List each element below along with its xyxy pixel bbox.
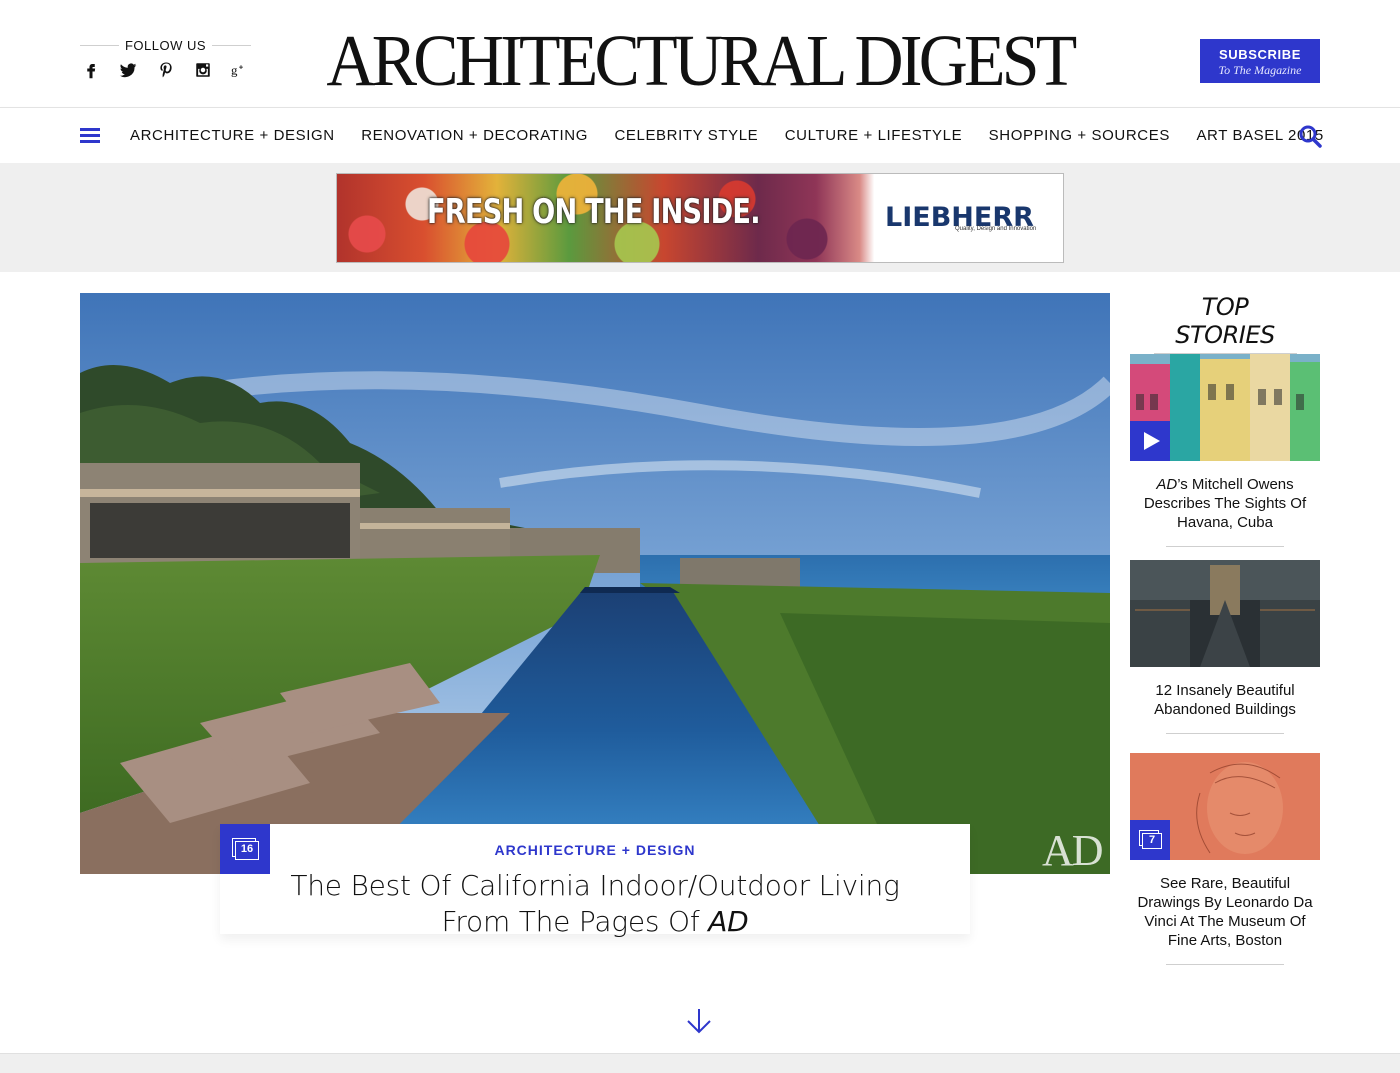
- ad-band: FRESH ON THE INSIDE. LIEBHERR Quality, D…: [0, 163, 1400, 272]
- hero-title-line2-prefix: From The Pages Of: [441, 905, 709, 938]
- top-stories-title: TOP STORIES: [1175, 293, 1275, 349]
- hero-photo: [80, 293, 1110, 874]
- subscribe-button[interactable]: SUBSCRIBE To The Magazine: [1200, 39, 1320, 83]
- story-1-title-italic: AD: [1156, 476, 1178, 493]
- story-thumbnail: [1130, 354, 1320, 461]
- nav-item-renovation-decorating[interactable]: RENOVATION + DECORATING: [361, 127, 588, 144]
- hero-category[interactable]: ARCHITECTURE + DESIGN: [220, 842, 970, 858]
- top-story-2[interactable]: 12 Insanely Beautiful Abandoned Building…: [1130, 560, 1320, 734]
- ad-headline: FRESH ON THE INSIDE.: [427, 192, 761, 232]
- divider: [1166, 546, 1284, 547]
- gallery-count: 7: [1148, 834, 1156, 846]
- hero-image[interactable]: AD: [80, 293, 1110, 874]
- site-logo[interactable]: ARCHITECTURAL DIGEST: [49, 24, 1351, 97]
- story-thumbnail: [1130, 560, 1320, 667]
- subscribe-label: SUBSCRIBE: [1219, 47, 1301, 62]
- nav-item-culture-lifestyle[interactable]: CULTURE + LIFESTYLE: [785, 127, 962, 144]
- footer-strip: [0, 1053, 1400, 1073]
- play-video-badge[interactable]: [1130, 421, 1170, 461]
- story-title: See Rare, Beautiful Drawings By Leonardo…: [1137, 875, 1313, 949]
- story-title: 12 Insanely Beautiful Abandoned Building…: [1154, 682, 1296, 718]
- banner-ad[interactable]: FRESH ON THE INSIDE. LIEBHERR Quality, D…: [336, 173, 1064, 263]
- hero-title-line2-italic: AD: [708, 905, 749, 938]
- divider: [1166, 733, 1284, 734]
- story-thumbnail: 7: [1130, 753, 1320, 860]
- subscribe-sublabel: To The Magazine: [1218, 63, 1302, 77]
- hamburger-menu-icon[interactable]: [80, 128, 100, 143]
- hero-watermark: AD: [1042, 826, 1104, 874]
- nav-item-shopping-sources[interactable]: SHOPPING + SOURCES: [989, 127, 1170, 144]
- top-story-3[interactable]: 7 See Rare, Beautiful Drawings By Leonar…: [1130, 753, 1320, 965]
- play-icon: [1144, 432, 1160, 450]
- top-stories-sidebar: TOP STORIES AD’s Mitchell Owens Describe…: [1130, 293, 1320, 965]
- gallery-count-badge[interactable]: 7: [1130, 820, 1170, 860]
- top-story-1[interactable]: AD’s Mitchell Owens Describes The Sights…: [1130, 354, 1320, 547]
- nav-items: ARCHITECTURE + DESIGN RENOVATION + DECOR…: [130, 108, 1350, 163]
- site-header: FOLLOW US g + ARCHITECTURAL DIGEST SUBSCR…: [0, 0, 1400, 107]
- divider: [1166, 964, 1284, 965]
- hero-title-line1: The Best Of California Indoor/Outdoor Li…: [290, 869, 900, 902]
- search-icon[interactable]: [1298, 124, 1322, 148]
- gallery-count: 16: [240, 843, 254, 855]
- gallery-count-badge[interactable]: 16: [220, 824, 270, 874]
- main-nav: ARCHITECTURE + DESIGN RENOVATION + DECOR…: [0, 107, 1400, 163]
- nav-item-architecture-design[interactable]: ARCHITECTURE + DESIGN: [130, 127, 335, 144]
- hero-caption-card: ARCHITECTURE + DESIGN The Best Of Califo…: [220, 824, 970, 938]
- nav-item-celebrity-style[interactable]: CELEBRITY STYLE: [614, 127, 758, 144]
- ad-tagline: Quality, Design and Innovation: [955, 226, 1037, 232]
- story-title: AD’s Mitchell Owens Describes The Sights…: [1130, 475, 1320, 532]
- hero-title[interactable]: The Best Of California Indoor/Outdoor Li…: [220, 868, 970, 940]
- scroll-down-arrow-icon[interactable]: [686, 1007, 712, 1035]
